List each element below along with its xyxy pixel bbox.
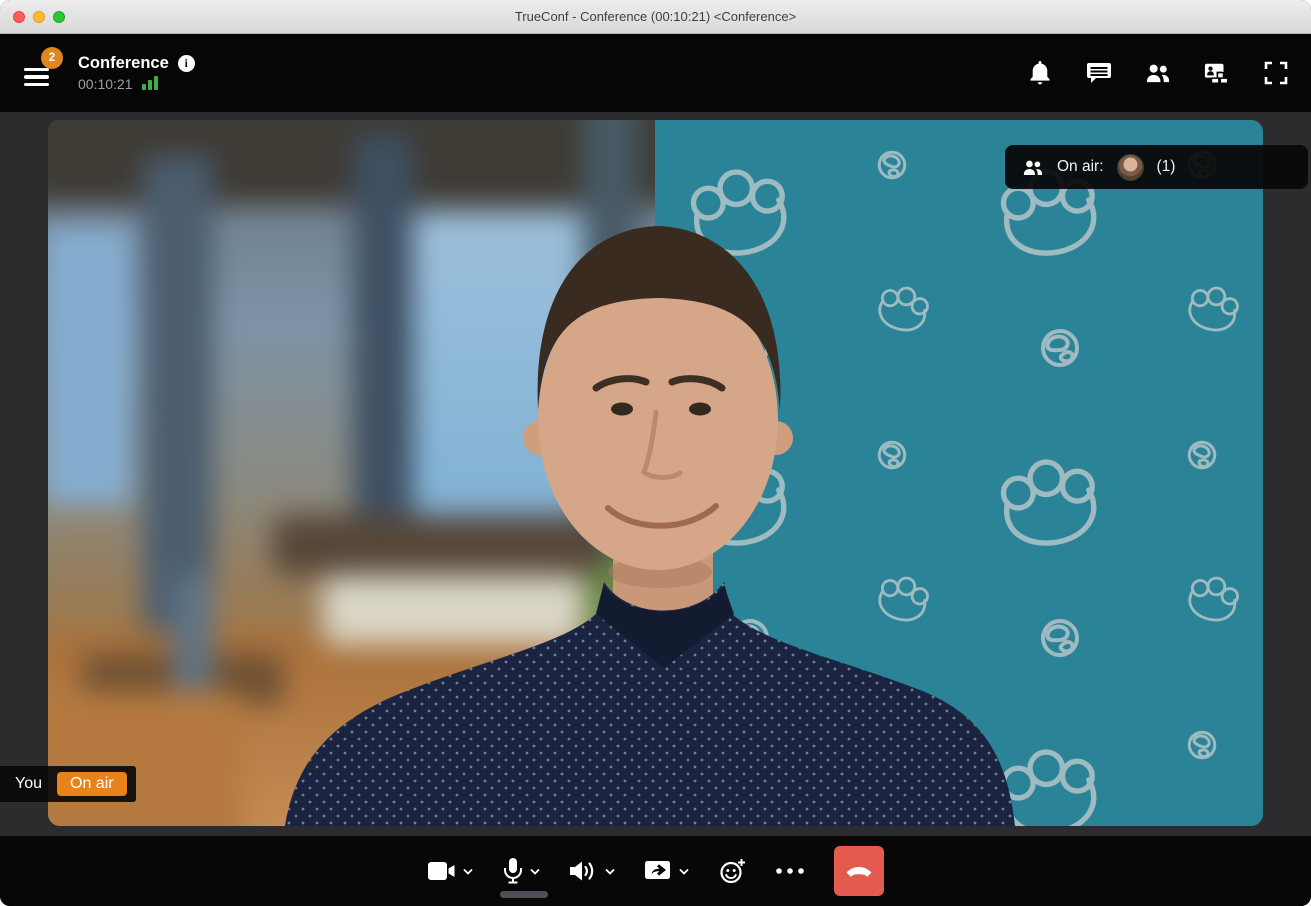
conference-title: Conference [78,54,169,72]
screen-share-button[interactable] [644,860,689,882]
camera-button[interactable] [427,861,473,881]
info-icon[interactable]: i [177,55,195,72]
emoji-plus-icon [719,858,745,883]
chevron-down-icon[interactable] [529,868,540,875]
chat-button[interactable] [1086,60,1112,86]
main-menu-button[interactable]: 2 [24,47,63,86]
chat-icon [1087,63,1111,83]
titlebar: TrueConf - Conference (00:10:21) <Confer… [0,0,1311,34]
app-window: TrueConf - Conference (00:10:21) <Confer… [0,0,1311,906]
window-title: TrueConf - Conference (00:10:21) <Confer… [514,9,797,24]
on-air-banner[interactable]: On air: (1) [1005,145,1308,189]
conference-info: Conference i 00:10:21 [78,54,195,92]
chevron-down-icon[interactable] [462,868,473,875]
chevron-down-icon[interactable] [604,868,615,875]
self-video-tile[interactable] [48,120,1263,826]
layout-button[interactable] [1204,60,1230,86]
layout-icon [1204,63,1229,84]
participant-avatar [1116,153,1144,181]
notifications-button[interactable] [1027,60,1053,86]
speaker-button[interactable] [569,859,615,883]
app-header: 2 Conference i 00:10:21 [0,34,1311,112]
participant-count: (1) [1156,158,1176,175]
control-bar [0,836,1311,906]
fullscreen-icon [1264,61,1288,85]
hangup-icon [846,866,871,877]
fullscreen-button[interactable] [1263,60,1289,86]
self-view-label: You On air [0,766,136,802]
end-call-button[interactable] [833,846,884,896]
microphone-icon [503,857,522,883]
video-stage: On air: (1) You On air [0,112,1311,836]
conference-timer: 00:10:21 [78,76,133,92]
bell-icon [1030,61,1050,85]
speaker-person [285,226,1015,826]
hamburger-icon [24,67,49,86]
speaker-icon [569,861,593,881]
participants-icon [1023,160,1043,175]
on-air-label: On air: [1057,158,1104,175]
chevron-down-icon[interactable] [678,868,689,875]
microphone-button[interactable] [499,857,548,898]
notification-badge: 2 [41,47,63,69]
connection-quality-icon [141,76,158,92]
self-on-air-badge: On air [57,772,127,796]
participants-icon [1146,64,1170,83]
header-toolbar [1027,60,1289,86]
mic-level-meter [499,890,548,898]
reactions-button[interactable] [719,858,746,885]
participants-button[interactable] [1145,60,1171,86]
ellipsis-icon [775,868,804,874]
camera-icon [427,862,454,880]
screen-share-icon [644,860,670,879]
self-name: You [15,775,42,792]
more-button[interactable] [775,868,804,874]
